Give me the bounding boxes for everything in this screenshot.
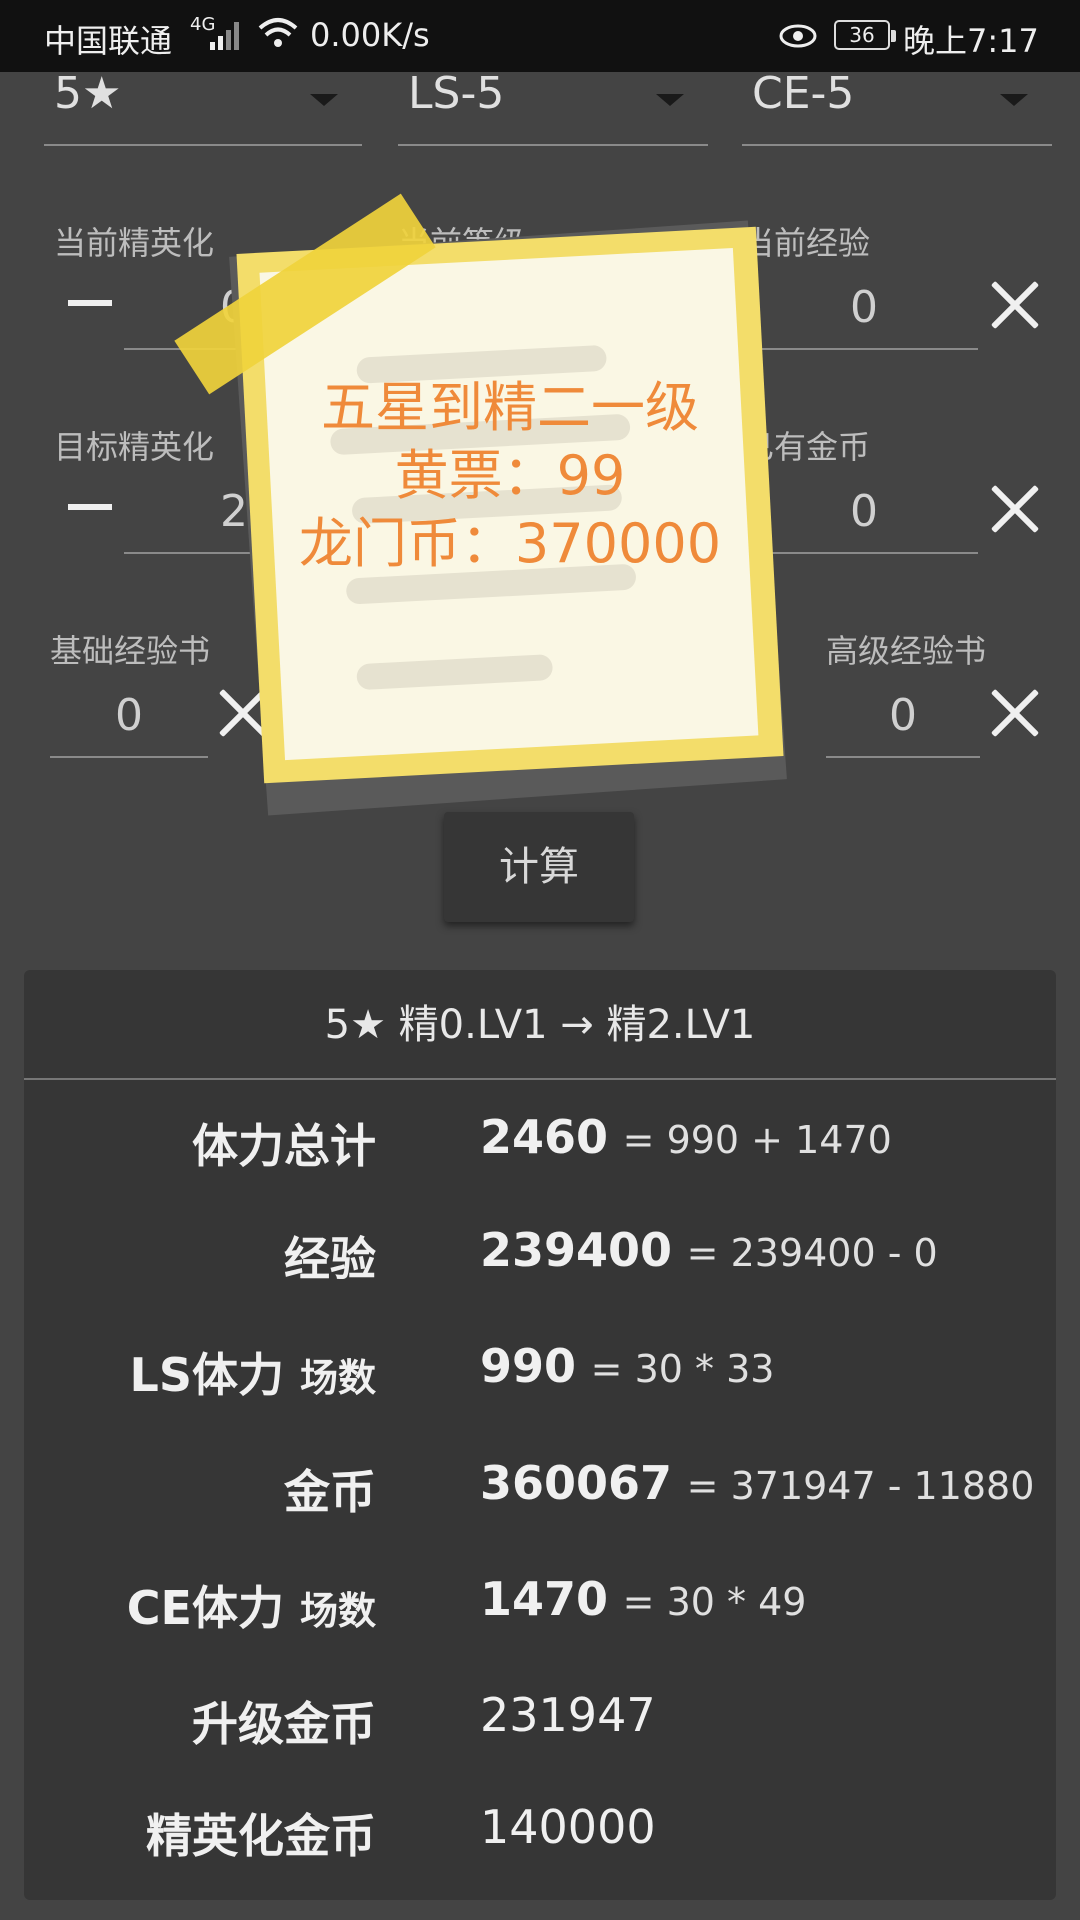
wifi-icon [258, 18, 298, 47]
result-row: CE体力 场数 1470 = 30 * 49 [24, 1572, 1056, 1652]
result-label: 体力总计 [192, 1119, 376, 1173]
result-value: 140000 [480, 1800, 656, 1854]
result-value: 1470 = 30 * 49 [480, 1572, 807, 1626]
result-panel: 5★ 精0.LV1 → 精2.LV1 体力总计 2460 = 990 + 147… [24, 970, 1056, 1900]
result-value: 239400 = 239400 - 0 [480, 1223, 938, 1277]
decrement-current-elite-button[interactable] [68, 300, 112, 306]
result-label: CE体力 场数 [126, 1581, 376, 1635]
result-row: 经验 239400 = 239400 - 0 [24, 1223, 1056, 1303]
signal-icon [210, 22, 239, 50]
result-label: 精英化金币 [146, 1809, 376, 1863]
ce-stage-select[interactable]: CE-5 [742, 68, 1052, 146]
target-elite-label: 目标精英化 [54, 428, 215, 466]
result-header: 5★ 精0.LV1 → 精2.LV1 [24, 970, 1056, 1080]
result-value: 360067 = 371947 - 11880 [480, 1456, 1035, 1510]
result-value: 2460 = 990 + 1470 [480, 1110, 892, 1164]
chevron-down-icon [656, 94, 684, 106]
result-row: LS体力 场数 990 = 30 * 33 [24, 1339, 1056, 1419]
result-value: 231947 [480, 1688, 656, 1742]
clear-advanced-book-icon[interactable] [990, 688, 1040, 738]
result-label: LS体力 场数 [129, 1348, 376, 1402]
chevron-down-icon [1000, 94, 1028, 106]
decrement-target-elite-button[interactable] [68, 504, 112, 510]
note-line-3: 龙门币：370000 [298, 512, 722, 575]
note-line [356, 654, 554, 691]
result-row: 金币 360067 = 371947 - 11880 [24, 1456, 1056, 1536]
basic-book-value: 0 [115, 690, 143, 741]
advanced-book-field[interactable]: 0 [826, 686, 980, 758]
advanced-book-label: 高级经验书 [826, 632, 987, 670]
ls-stage-select[interactable]: LS-5 [398, 68, 708, 146]
advanced-book-value: 0 [889, 690, 917, 741]
result-row: 升级金币 231947 [24, 1688, 1056, 1768]
current-exp-label: 当前经验 [742, 224, 871, 262]
result-label: 金币 [284, 1465, 376, 1519]
clear-owned-gold-icon[interactable] [990, 484, 1040, 534]
result-label: 经验 [284, 1232, 376, 1286]
result-row: 精英化金币 140000 [24, 1800, 1056, 1880]
network-speed: 0.00K/s [310, 16, 430, 54]
status-bar: 中国联通 4G 0.00K/s 36 晚上7:17 [0, 0, 1080, 72]
sticky-note-text: 五星到精二一级 黄票：99 龙门币：370000 [230, 374, 790, 578]
calculate-button[interactable]: 计算 [444, 812, 634, 922]
ls-stage-value: LS-5 [408, 68, 505, 119]
basic-book-label: 基础经验书 [50, 632, 211, 670]
chevron-down-icon [310, 94, 338, 106]
note-line-1: 五星到精二一级 [321, 376, 699, 439]
star-select-value: 5★ [54, 68, 122, 119]
note-line-2: 黄票：99 [394, 444, 626, 507]
current-elite-label: 当前精英化 [54, 224, 215, 262]
result-label: 升级金币 [192, 1697, 376, 1751]
current-exp-field[interactable]: 0 [750, 278, 978, 350]
ce-stage-value: CE-5 [752, 68, 855, 119]
basic-book-field[interactable]: 0 [50, 686, 208, 758]
result-value: 990 = 30 * 33 [480, 1339, 775, 1393]
clock: 晚上7:17 [903, 22, 1039, 60]
current-exp-value: 0 [850, 282, 878, 333]
result-row: 体力总计 2460 = 990 + 1470 [24, 1110, 1056, 1190]
clear-current-exp-icon[interactable] [990, 280, 1040, 330]
carrier-name: 中国联通 [44, 22, 173, 60]
star-select[interactable]: 5★ [44, 68, 362, 146]
eye-comfort-icon [779, 24, 817, 48]
battery-icon: 36 [834, 20, 896, 50]
